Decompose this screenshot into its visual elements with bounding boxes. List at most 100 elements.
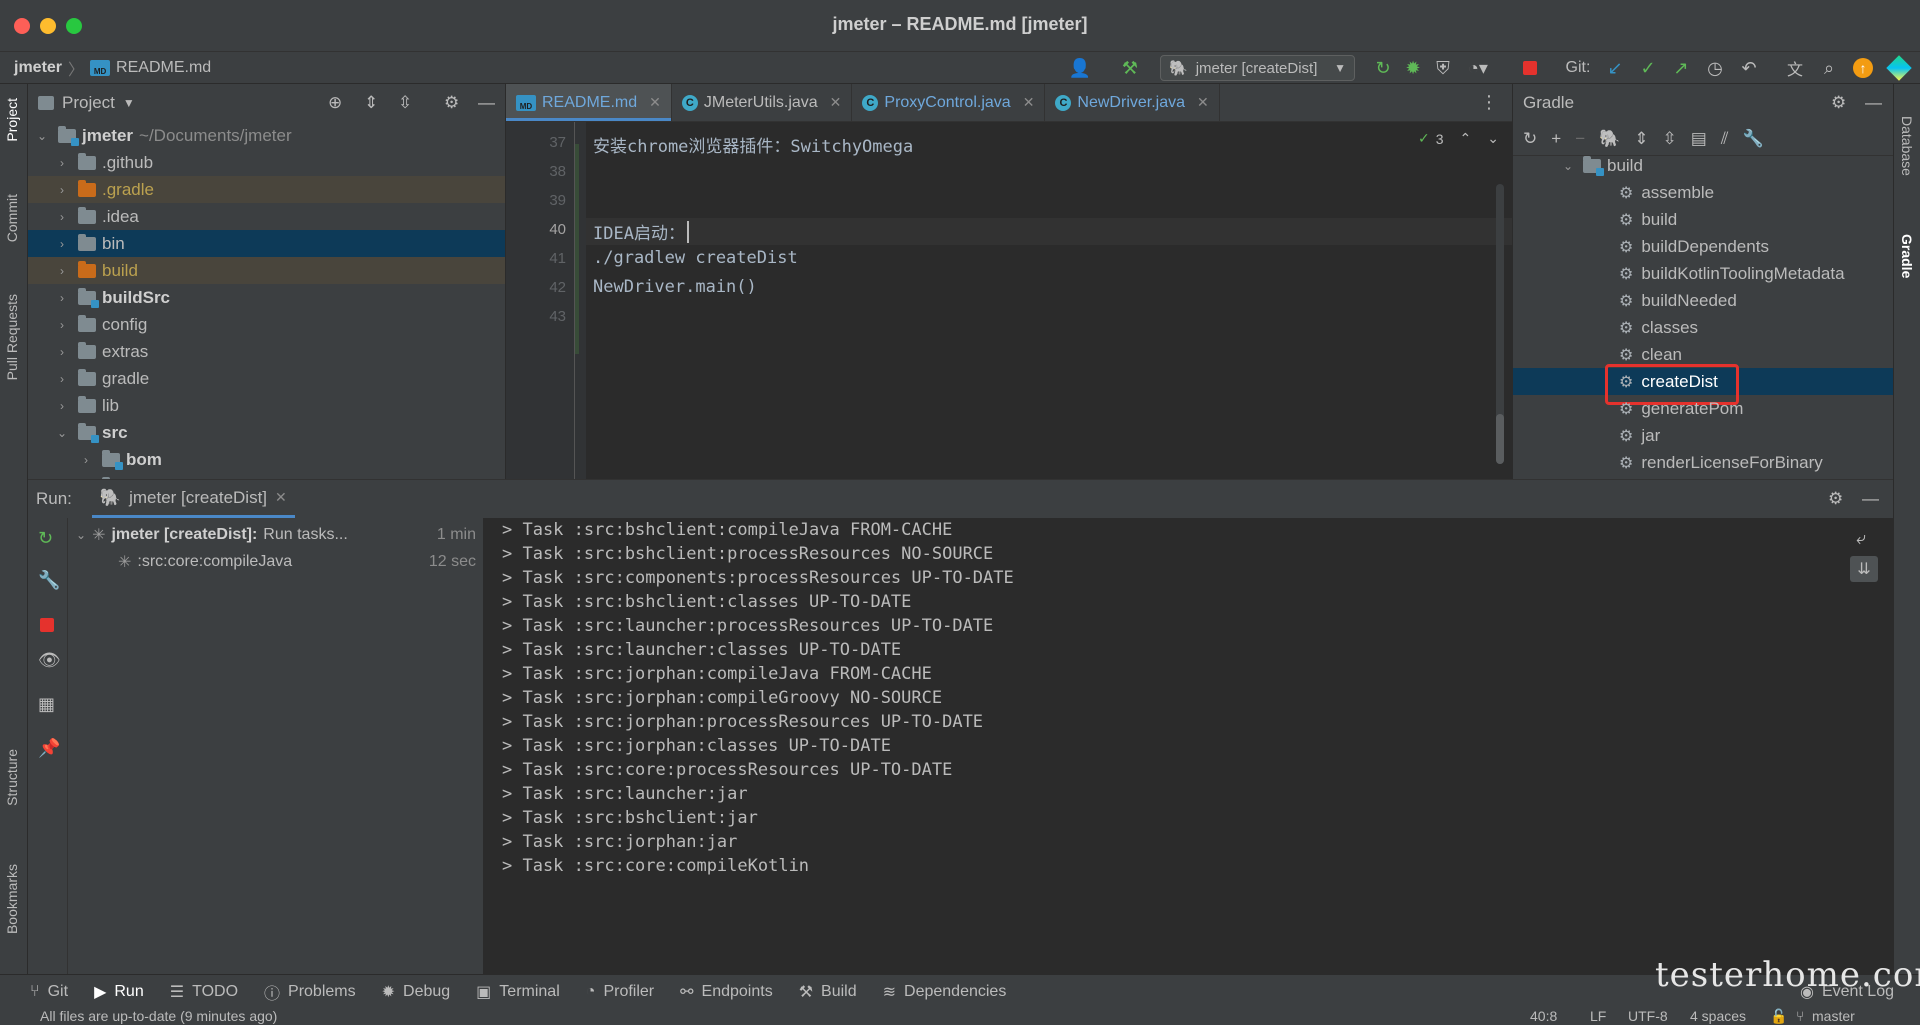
hide-panel-icon[interactable]: — xyxy=(478,93,495,113)
tree-item-build[interactable]: › build xyxy=(28,257,505,284)
add-icon[interactable]: + xyxy=(1551,129,1561,149)
execute-task-icon[interactable]: 🐘 xyxy=(1599,129,1620,149)
file-encoding[interactable]: UTF-8 xyxy=(1628,1008,1668,1024)
gradle-task[interactable]: ⚙ buildDependents xyxy=(1513,233,1893,260)
tree-item-github[interactable]: › .github xyxy=(28,149,505,176)
profiler-tool-button[interactable]: ◔ Profiler xyxy=(586,983,654,1001)
translate-icon[interactable]: 文 xyxy=(1780,52,1810,84)
toolbox-icon[interactable] xyxy=(1884,52,1914,84)
project-tool-tab[interactable]: Project xyxy=(4,98,20,142)
collapse-all-icon[interactable]: ⇳ xyxy=(1663,129,1677,149)
rerun-icon[interactable]: ↻ xyxy=(38,528,53,549)
more-tabs-icon[interactable]: ⋮ xyxy=(1466,84,1512,121)
settings-gear-icon[interactable]: ⚙ xyxy=(1831,93,1846,113)
problems-tool-button[interactable]: ⓘ Problems xyxy=(264,980,356,1004)
breadcrumb-file[interactable]: README.md xyxy=(116,59,211,77)
console-output[interactable]: > Task :src:bshclient:compileJava FROM-C… xyxy=(484,518,1893,975)
debug-tool-button[interactable]: ✹ Debug xyxy=(382,982,451,1002)
hide-panel-icon[interactable]: — xyxy=(1862,489,1879,509)
gradle-settings-wrench-icon[interactable]: 🔧 xyxy=(1742,129,1763,149)
git-commit-icon[interactable]: ✓ xyxy=(1633,52,1663,84)
gradle-task[interactable]: ⚙ assemble xyxy=(1513,179,1893,206)
expand-all-icon[interactable]: ⇕ xyxy=(364,93,378,113)
database-tool-tab[interactable]: Database xyxy=(1899,116,1915,176)
coverage-icon[interactable]: ⛨ xyxy=(1428,52,1458,84)
gradle-group-build[interactable]: ⌄ build xyxy=(1513,152,1893,179)
code-line[interactable]: 安装chrome浏览器插件：SwitchyOmega xyxy=(593,132,913,157)
reload-icon[interactable]: ↻ xyxy=(1523,129,1537,149)
gradle-task[interactable]: ⚙ buildNeeded xyxy=(1513,287,1893,314)
close-icon[interactable]: ✕ xyxy=(830,94,842,111)
settings-gear-icon[interactable]: ⚙ xyxy=(444,93,459,113)
scrollbar-thumb[interactable] xyxy=(1496,414,1504,464)
group-modules-icon[interactable]: ▤ xyxy=(1691,129,1707,149)
run-configuration-select[interactable]: 🐘 jmeter [createDist] ▼ xyxy=(1160,55,1355,81)
git-tool-button[interactable]: ⑂ Git xyxy=(30,983,68,1001)
tree-item-bin[interactable]: › bin xyxy=(28,230,505,257)
build-hammer-icon[interactable]: ⚒ xyxy=(1115,52,1145,84)
git-push-icon[interactable]: ↗ xyxy=(1666,52,1696,84)
tab-jmeterutils[interactable]: C JMeterUtils.java ✕ xyxy=(672,84,853,121)
remove-icon[interactable]: − xyxy=(1575,129,1585,149)
tree-item-lib[interactable]: › lib xyxy=(28,392,505,419)
inspection-widget[interactable]: ✓ 3 ⌃ ⌄ xyxy=(1418,130,1499,147)
code-line[interactable]: NewDriver.main() xyxy=(593,277,757,297)
indent-setting[interactable]: 4 spaces xyxy=(1690,1008,1746,1024)
commit-tool-tab[interactable]: Commit xyxy=(4,194,20,242)
rerun-icon[interactable]: ↻ xyxy=(1368,52,1398,84)
toggle-offline-icon[interactable]: ⫽ xyxy=(1721,129,1729,149)
eye-icon[interactable]: 👁 xyxy=(38,650,61,671)
chevron-up-icon[interactable]: ⌃ xyxy=(1460,130,1472,147)
build-tool-button[interactable]: ⚒ Build xyxy=(799,982,857,1002)
tree-item-extras[interactable]: › extras xyxy=(28,338,505,365)
bookmarks-tool-tab[interactable]: Bookmarks xyxy=(4,864,20,934)
chevron-down-icon[interactable]: ⌄ xyxy=(76,528,86,542)
gradle-task[interactable]: ⚙ buildKotlinToolingMetadata xyxy=(1513,260,1893,287)
collapse-all-icon[interactable]: ⇳ xyxy=(398,93,412,113)
gradle-task[interactable]: ⚙ generatePom xyxy=(1513,395,1893,422)
tab-proxycontrol[interactable]: C ProxyControl.java ✕ xyxy=(852,84,1046,121)
pin-icon[interactable]: 📌 xyxy=(38,738,60,759)
tree-item-gradle[interactable]: › gradle xyxy=(28,365,505,392)
tab-newdriver[interactable]: C NewDriver.java ✕ xyxy=(1045,84,1220,121)
expand-all-icon[interactable]: ⇕ xyxy=(1634,129,1648,149)
rollback-icon[interactable]: ↶ xyxy=(1734,52,1764,84)
lock-icon[interactable]: 🔓 xyxy=(1770,1008,1787,1025)
scroll-to-end-icon[interactable]: ⇊ xyxy=(1850,556,1878,582)
structure-tool-tab[interactable]: Structure xyxy=(4,749,20,806)
chevron-down-icon[interactable]: ▼ xyxy=(123,96,135,110)
tree-item-buildsrc[interactable]: › buildSrc xyxy=(28,284,505,311)
caret-position[interactable]: 40:8 xyxy=(1530,1008,1557,1024)
run-tree-child[interactable]: ✳ :src:core:compileJava 12 sec xyxy=(118,550,476,574)
terminal-tool-button[interactable]: ▣ Terminal xyxy=(476,982,560,1002)
close-icon[interactable]: ✕ xyxy=(649,94,661,111)
chevron-down-icon[interactable]: ⌄ xyxy=(1563,159,1579,173)
chevron-down-icon[interactable]: ⌄ xyxy=(34,129,50,143)
soft-wrap-icon[interactable]: ⤶ xyxy=(1856,528,1866,549)
gradle-task[interactable]: ⚙ build xyxy=(1513,206,1893,233)
dependencies-tool-button[interactable]: ≋ Dependencies xyxy=(883,982,1007,1002)
git-update-icon[interactable]: ↙ xyxy=(1600,52,1630,84)
endpoints-tool-button[interactable]: ⚯ Endpoints xyxy=(680,982,773,1002)
line-separator[interactable]: LF xyxy=(1590,1008,1606,1024)
close-icon[interactable]: ✕ xyxy=(1023,94,1035,111)
todo-tool-button[interactable]: ☰ TODO xyxy=(170,982,238,1002)
tree-item-idea[interactable]: › .idea xyxy=(28,203,505,230)
locate-icon[interactable]: ⊕ xyxy=(328,93,342,113)
tree-item-src[interactable]: ⌄ src xyxy=(28,419,505,446)
run-tab[interactable]: 🐘 jmeter [createDist] ✕ xyxy=(91,480,295,518)
search-icon[interactable]: ⌕ xyxy=(1814,52,1844,84)
history-icon[interactable]: ◷ xyxy=(1700,52,1730,84)
code-line[interactable]: IDEA启动： xyxy=(593,219,685,244)
hide-panel-icon[interactable]: — xyxy=(1865,93,1882,113)
update-icon[interactable]: ↑ xyxy=(1848,52,1878,84)
code-line[interactable]: ./gradlew createDist xyxy=(593,248,798,268)
wrench-icon[interactable]: 🔧 xyxy=(38,570,60,591)
chevron-down-icon[interactable]: ⌄ xyxy=(1487,130,1499,147)
tree-item-config[interactable]: › config xyxy=(28,311,505,338)
tree-item-gradle-dir[interactable]: › .gradle xyxy=(28,176,505,203)
scrollbar[interactable] xyxy=(1496,184,1504,464)
profiler-icon[interactable]: ◔▾ xyxy=(1458,52,1498,84)
stop-icon[interactable] xyxy=(1520,52,1540,84)
close-icon[interactable]: ✕ xyxy=(275,489,287,506)
